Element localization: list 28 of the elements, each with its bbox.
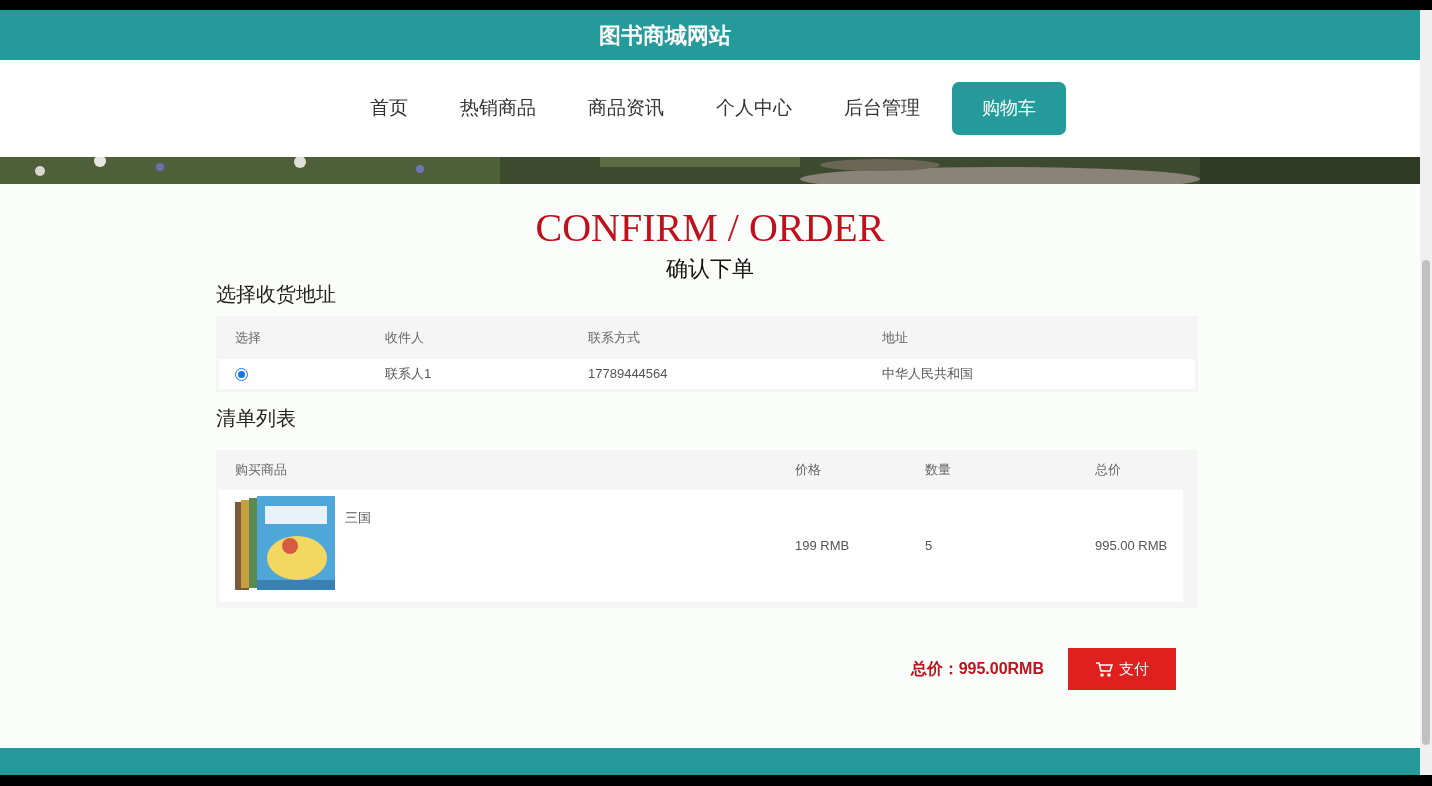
order-total: 总价：995.00RMB [910, 659, 1044, 679]
table-cell-text: 5 [924, 537, 934, 556]
nav-tab[interactable]: 后台管理 [823, 82, 940, 135]
column-header: 地址 [881, 328, 909, 347]
nav-tab[interactable]: 商品资讯 [567, 82, 684, 135]
site-title: 图书商城网站 [599, 21, 731, 50]
page-heading: CONFIRM / ORDER [535, 208, 885, 248]
column-header: 联系方式 [587, 328, 641, 347]
table-cell-text: 17789444564 [587, 365, 669, 384]
column-header: 价格 [794, 461, 822, 480]
nav-tab[interactable]: 首页 [349, 82, 428, 135]
nav-tab[interactable]: 热销商品 [439, 82, 556, 135]
table-cell-text: 联系人1 [384, 365, 433, 384]
column-header: 收件人 [384, 328, 425, 347]
column-header: 数量 [924, 461, 952, 480]
table-cell-text: 199 RMB [794, 537, 851, 556]
column-header: 选择 [234, 328, 262, 347]
section-title: 选择收货地址 [216, 284, 337, 304]
cart-icon [1095, 661, 1113, 677]
column-header: 总价 [1094, 461, 1122, 480]
pay-button[interactable]: 支付 [1068, 648, 1176, 690]
page-subheading: 确认下单 [666, 258, 754, 280]
product-name: 三国 [345, 509, 371, 527]
table-cell-text: 中华人民共和国 [881, 365, 974, 384]
column-header: 购买商品 [234, 461, 288, 480]
nav-tab[interactable]: 个人中心 [695, 82, 812, 135]
table-cell-text: 995.00 RMB [1094, 537, 1169, 556]
section-title: 清单列表 [216, 408, 297, 428]
